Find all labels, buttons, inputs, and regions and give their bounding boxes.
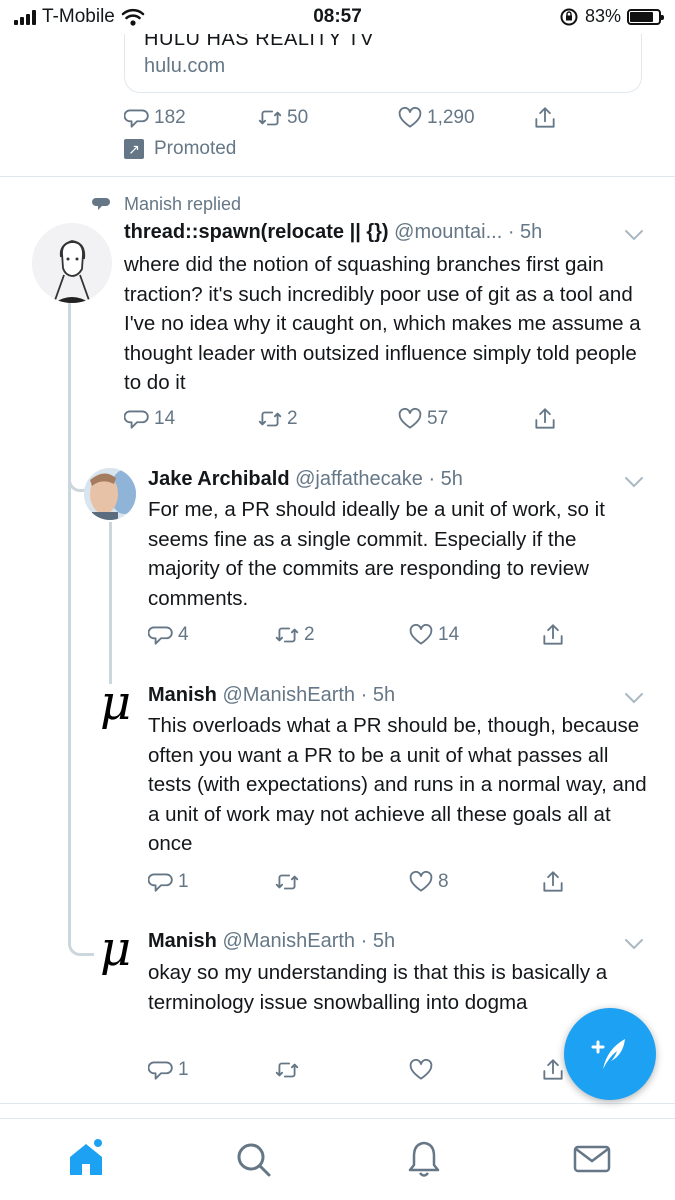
tweet-handle-time: @jaffathecake · 5h [295,468,463,490]
avatar[interactable]: μ [100,921,131,977]
reply-button[interactable]: 1 [148,869,189,895]
tweet-handle-time: @mountai... · 5h [394,221,543,243]
reply-count: 1 [178,871,189,892]
home-icon[interactable] [66,1139,106,1179]
bottom-tab-bar [0,1118,675,1200]
tweet-author-name[interactable]: Manish [148,930,217,952]
tweet-handle-time: @ManishEarth · 5h [222,684,396,706]
reply-button[interactable]: 1 [148,1057,189,1083]
battery-icon [627,8,664,25]
share-button[interactable] [540,622,566,648]
reply-count: 4 [178,624,189,645]
rotation-lock-icon [560,8,578,25]
battery-percent: 83% [584,6,621,26]
promoted-label: ↗ Promoted [124,138,236,160]
retweet-button[interactable]: 2 [257,406,298,432]
retweet-button[interactable] [274,869,304,895]
like-count: 57 [427,408,449,429]
feather-plus-icon [591,1039,625,1069]
share-icon [532,406,558,432]
divider [0,176,675,177]
chevron-down-icon[interactable] [624,938,644,950]
avatar[interactable] [32,223,112,303]
social-context: Manish replied [92,194,241,215]
reply-icon [148,1057,174,1083]
tweet-text: where did the notion of squashing branch… [124,253,641,394]
like-count: 8 [438,871,449,892]
like-button[interactable] [408,1057,434,1083]
thread-line [68,298,71,938]
tweet-text: This overloads what a PR should be, thou… [148,714,647,855]
share-icon [540,869,566,895]
card-domain: hulu.com [144,55,226,77]
tweet-text: okay so my understanding is that this is… [148,961,608,1014]
reply-count: 1 [178,1059,189,1080]
retweet-button[interactable]: 2 [274,622,315,648]
compose-tweet-button[interactable] [564,1008,656,1100]
search-icon[interactable] [233,1139,273,1179]
heart-icon [408,1057,434,1083]
retweet-icon [257,105,283,131]
avatar-photo [84,468,136,520]
tweet-author-name[interactable]: Jake Archibald [148,468,290,490]
chevron-down-icon[interactable] [624,692,644,704]
retweet-count: 50 [287,107,309,128]
status-bar: T-Mobile 08:57 83% [0,0,675,34]
heart-icon [408,869,434,895]
reply-icon [124,105,150,131]
retweet-icon [274,869,300,895]
thread-connector [68,930,94,956]
retweet-icon [274,1057,300,1083]
thread-line [109,522,112,684]
heart-icon [397,105,423,131]
heart-icon [397,406,423,432]
share-button[interactable] [532,105,558,131]
retweet-icon [257,406,283,432]
reply-button[interactable]: 182 [124,105,186,131]
notifications-icon[interactable] [404,1139,444,1179]
share-icon [532,105,558,131]
like-count: 1,290 [427,107,475,128]
share-icon [540,622,566,648]
like-button[interactable]: 57 [397,406,448,432]
tweet-handle-time: @ManishEarth · 5h [222,930,396,952]
like-button[interactable]: 14 [408,622,459,648]
tweet-author-name[interactable]: thread::spawn(relocate || {}) [124,221,389,243]
avatar[interactable]: μ [100,675,131,731]
retweet-button[interactable] [274,1057,300,1083]
reply-count: 182 [154,107,186,128]
reply-button[interactable]: 4 [148,622,189,648]
tweet-author-name[interactable]: Manish [148,684,217,706]
chevron-down-icon[interactable] [624,229,644,241]
promoted-arrow-icon: ↗ [124,139,144,159]
reply-icon [148,622,174,648]
retweet-count: 2 [304,624,315,645]
retweet-count: 2 [287,408,298,429]
like-count: 14 [438,624,460,645]
share-button[interactable] [540,1057,566,1083]
avatar[interactable] [84,468,136,520]
reply-count: 14 [154,408,176,429]
heart-icon [408,622,434,648]
share-button[interactable] [540,869,566,895]
reply-icon [124,406,150,432]
like-button[interactable]: 1,290 [397,105,475,131]
like-button[interactable]: 8 [408,869,449,895]
divider [0,1103,675,1104]
comment-bubble-icon [92,197,110,210]
reply-button[interactable]: 14 [124,406,175,432]
chevron-down-icon[interactable] [624,476,644,488]
reply-icon [148,869,174,895]
avatar-illustration [32,223,112,303]
retweet-icon [274,622,300,648]
share-icon [540,1057,566,1083]
messages-icon[interactable] [572,1139,612,1179]
retweet-button[interactable]: 50 [257,105,308,131]
tweet-text: For me, a PR should ideally be a unit of… [148,498,605,610]
share-button[interactable] [532,406,558,432]
